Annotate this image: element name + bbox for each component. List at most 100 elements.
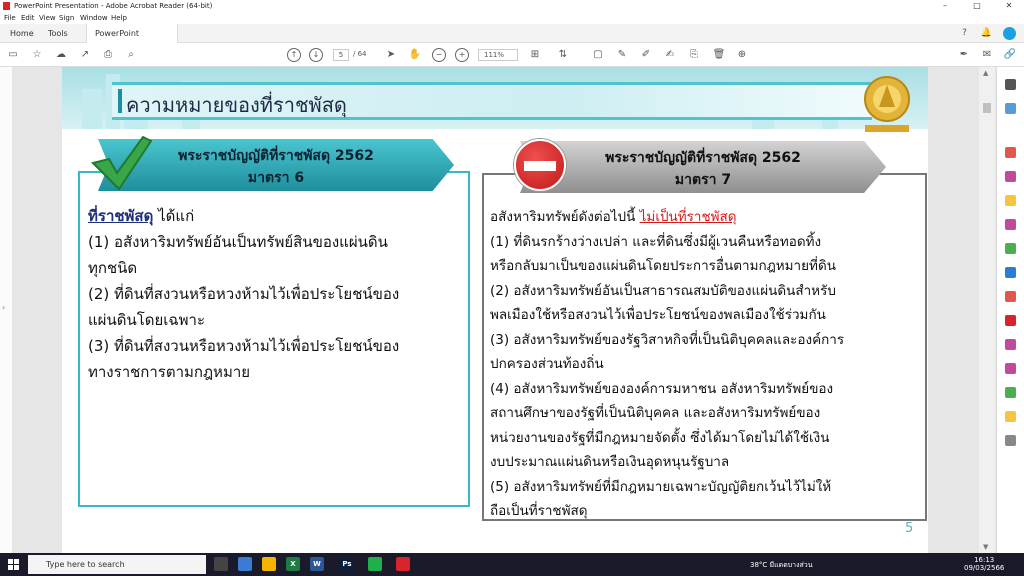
scroll-mode-icon[interactable]: ⇅	[556, 48, 570, 62]
title-accent-bar	[118, 89, 122, 113]
left-line: ทุกชนิด	[88, 259, 138, 277]
taskbar-search-placeholder: Type here to search	[46, 560, 125, 569]
send-for-signature-icon[interactable]	[1005, 363, 1016, 374]
comment-tool-icon[interactable]	[1005, 195, 1016, 206]
left-panel-toggle[interactable]: ›	[0, 67, 12, 553]
minimize-button[interactable]: –	[930, 0, 960, 12]
share-icon[interactable]: ↗	[78, 48, 92, 62]
weather-widget[interactable]: 38°C มีแดดบางส่วน	[750, 560, 813, 571]
organize-pages-icon[interactable]	[1005, 243, 1016, 254]
highlight-icon[interactable]: ✐	[639, 48, 653, 62]
prepare-form-icon[interactable]	[1005, 411, 1016, 422]
right-line: งบประมาณแผ่นดินหรือเงินอุดหนุนรัฐบาล	[490, 454, 730, 470]
windows-start-icon[interactable]	[8, 559, 19, 570]
system-clock[interactable]: 16:13 09/03/2566	[964, 556, 1004, 572]
select-cursor-icon[interactable]: ➤	[384, 48, 398, 62]
scroll-down-icon[interactable]: ▼	[983, 543, 988, 551]
menu-edit[interactable]: Edit	[21, 14, 35, 22]
zoom-in-icon[interactable]: +	[455, 48, 469, 62]
right-line: (2) อสังหาริมทรัพย์อันเป็นสาธารณสมบัติขอ…	[490, 282, 836, 299]
search-tool-icon[interactable]	[1005, 103, 1016, 114]
comment-icon[interactable]: ▢	[591, 48, 605, 62]
fill-sign-tool-icon[interactable]	[1005, 339, 1016, 350]
collapse-panel-icon[interactable]	[1005, 79, 1016, 90]
notifications-icon[interactable]: 🔔	[980, 27, 993, 40]
zoom-select[interactable]: 111%	[478, 49, 518, 61]
acrobat-icon	[3, 2, 10, 10]
page-fit-icon[interactable]: ⊞	[528, 48, 542, 62]
compress-icon[interactable]	[1005, 387, 1016, 398]
tab-document[interactable]: PowerPoint Present...×	[86, 24, 178, 57]
sign-icon[interactable]: ✒	[957, 48, 971, 62]
word-icon[interactable]: W	[310, 557, 324, 571]
page-number-input[interactable]: 5	[333, 49, 349, 61]
line-icon[interactable]	[368, 557, 382, 571]
hand-tool-icon[interactable]: ✋	[408, 48, 422, 62]
right-line: หรือกลับมาเป็นของแผ่นดินโดยประการอื่นตาม…	[490, 258, 836, 274]
next-page-icon[interactable]: ↓	[309, 48, 323, 62]
zoom-out-icon[interactable]: −	[432, 48, 446, 62]
app-icon[interactable]	[238, 557, 252, 571]
left-line: (1) อสังหาริมทรัพย์อันเป็นทรัพย์สินของแผ…	[88, 233, 388, 251]
fill-sign-icon[interactable]: ✍	[663, 48, 677, 62]
right-line: ปกครองส่วนท้องถิ่น	[490, 356, 604, 372]
upload-cloud-icon[interactable]: ☁	[54, 48, 68, 62]
photoshop-icon[interactable]: Ps	[340, 557, 354, 571]
search-icon[interactable]: ⌕	[124, 48, 138, 62]
save-icon[interactable]: ▭	[6, 48, 20, 62]
treasury-department-logo-icon	[864, 76, 910, 132]
not-state-property-label: ไม่เป็นที่ราชพัสดุ	[639, 209, 737, 225]
avatar[interactable]	[1003, 27, 1016, 40]
scrollbar-thumb[interactable]	[983, 103, 991, 113]
edit-pdf-icon[interactable]	[1005, 171, 1016, 182]
scan-ocr-icon[interactable]	[1005, 291, 1016, 302]
stamp-icon[interactable]: ⎘	[687, 48, 701, 62]
menu-window[interactable]: Window	[80, 14, 108, 22]
protect-icon[interactable]	[1005, 315, 1016, 326]
maximize-button[interactable]: □	[962, 0, 992, 12]
excel-icon[interactable]: X	[286, 557, 300, 571]
link-icon[interactable]: 🔗	[1003, 48, 1017, 62]
print-icon[interactable]: ⎙	[101, 48, 115, 62]
vertical-scrollbar[interactable]: ▲ ▼	[979, 67, 995, 553]
menu-sign[interactable]: Sign	[59, 14, 74, 22]
email-icon[interactable]: ✉	[980, 48, 994, 62]
slide-title: ความหมายของที่ราชพัสดุ	[126, 93, 347, 117]
taskbar-search-input[interactable]: Type here to search	[28, 555, 206, 574]
close-window-button[interactable]: ✕	[994, 0, 1024, 12]
combine-files-icon[interactable]	[1005, 219, 1016, 230]
bookmark-star-icon[interactable]: ☆	[30, 48, 44, 62]
windows-taskbar: Type here to search X W Ps 38°C มีแดดบาง…	[0, 553, 1024, 576]
building-shape	[82, 89, 102, 129]
right-line: (1) ที่ดินรกร้างว่างเปล่า และที่ดินซึ่งม…	[490, 233, 822, 250]
menu-file[interactable]: File	[4, 14, 16, 22]
right-line: (4) อสังหาริมทรัพย์ขององค์การมหาชน อสังห…	[490, 380, 834, 397]
expand-left-icon[interactable]: ›	[2, 303, 5, 312]
task-view-icon[interactable]	[214, 557, 228, 571]
help-icon[interactable]: ?	[958, 27, 971, 40]
right-line: ถือเป็นที่ราชพัสดุ	[490, 503, 588, 519]
right-line: สถานศึกษาของรัฐที่เป็นนิติบุคคล และอสังห…	[490, 405, 821, 421]
more-tools-panel-icon[interactable]	[1005, 435, 1016, 446]
tab-tools[interactable]: Tools	[40, 24, 76, 43]
tab-home[interactable]: Home	[2, 24, 42, 43]
slide-page: ความหมายของที่ราชพัสดุ ที่ราชพัสดุ ได้แก…	[62, 67, 928, 553]
file-explorer-icon[interactable]	[262, 557, 276, 571]
no-entry-icon	[514, 139, 566, 191]
no-entry-bar	[524, 161, 556, 171]
right-line: หน่วยงานของรัฐที่มีกฎหมายจัดตั้ง ซึ่งได้…	[490, 429, 830, 446]
left-term-line: ที่ราชพัสดุ ได้แก่	[88, 203, 460, 229]
more-tools-icon[interactable]: ⊕	[735, 48, 749, 62]
checkmark-icon	[91, 135, 153, 191]
acrobat-taskbar-icon[interactable]	[396, 557, 410, 571]
right-header-act: พระราชบัญญัติที่ราชพัสดุ 2562	[605, 150, 801, 166]
menu-view[interactable]: View	[39, 14, 56, 22]
previous-page-icon[interactable]: ↑	[287, 48, 301, 62]
export-pdf-icon[interactable]	[1005, 267, 1016, 278]
create-pdf-icon[interactable]	[1005, 147, 1016, 158]
delete-icon[interactable]: 🗑	[712, 48, 726, 62]
menu-help[interactable]: Help	[111, 14, 127, 22]
document-area: › ความหมายของที่ราชพัสดุ ที่ราชพัสดุ ได้…	[0, 67, 1024, 553]
scroll-up-icon[interactable]: ▲	[983, 69, 988, 77]
pen-icon[interactable]: ✎	[615, 48, 629, 62]
